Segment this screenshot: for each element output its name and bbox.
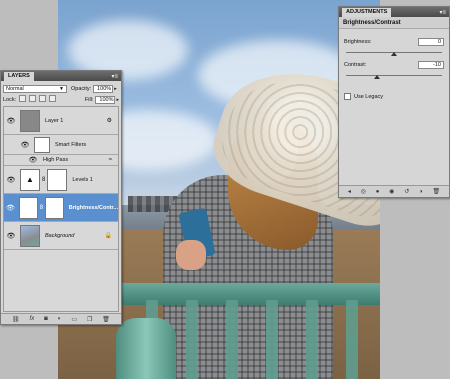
fill-slider-toggle-icon[interactable]: ▸ [116,97,119,103]
opacity-label: Opacity: [71,85,92,92]
fill-field[interactable]: 100% [95,95,116,104]
lock-label: Lock: [3,96,17,103]
eye-icon[interactable]: 👁 [18,141,32,149]
layers-panel-header: LAYERS ▾≡ [1,71,121,81]
layer-mask-thumbnail [47,168,68,191]
eye-icon[interactable]: 👁 [4,232,18,240]
panel-menu-icon[interactable]: ▾≡ [111,73,118,80]
use-legacy-checkbox[interactable] [344,93,351,100]
layer-row-levels-1[interactable]: 👁 ▲ 8 Levels 1 [4,166,118,194]
visibility-icon[interactable]: ● [376,189,380,195]
layer-name: High Pass [43,157,69,163]
layer-row-high-pass[interactable]: 👁 High Pass ≈ [4,155,118,166]
clip-icon[interactable]: ◎ [361,188,366,195]
back-icon[interactable]: ◂ [348,188,351,195]
eye-icon[interactable]: 👁 [28,156,38,164]
layers-tab[interactable]: LAYERS [4,72,34,81]
fx-icon[interactable]: fx [30,316,35,322]
contrast-control: Contrast: -10 [344,61,444,79]
brightness-control: Brightness: 0 [344,38,444,56]
panel-menu-icon[interactable]: ▾≡ [439,9,446,16]
adjustment-body: Brightness: 0 Contrast: -10 Use Legacy [339,29,449,104]
lock-transparency-icon[interactable] [19,95,27,102]
layers-panel-footer: ⛓ fx ◙ ◐ ▭ ❐ 🗑 [1,313,121,324]
contrast-label: Contrast: [344,62,367,68]
layer-thumbnail [20,224,40,247]
layer-name: Layer 1 [45,117,64,124]
adjustment-title: Brightness/Contrast [339,17,449,29]
link-icon[interactable]: ⛓ [12,316,20,323]
blend-mode-select[interactable]: Normal ▼ [3,84,67,93]
fill-label: Fill: [84,96,94,103]
filter-options-icon[interactable]: ≈ [109,157,112,163]
reset-icon[interactable]: ↺ [404,188,409,195]
toggle-icon[interactable]: ◑ [419,189,423,195]
lock-icon: 🔒 [104,233,112,239]
layer-row-layer-1[interactable]: 👁 Layer 1 ⚙ [4,107,118,135]
layer-name: Levels 1 [72,176,93,183]
group-icon[interactable]: ▭ [71,316,77,323]
trash-icon[interactable]: 🗑 [102,316,110,323]
filter-mask-thumbnail [34,136,50,153]
brightness-field[interactable]: 0 [418,38,444,46]
levels-adjustment-icon: ▲ [20,168,40,191]
layer-row-background[interactable]: 👁 Background 🔒 [4,222,118,250]
lock-pixels-icon[interactable] [29,95,37,102]
layer-row-smart-filters[interactable]: 👁 Smart Filters [4,135,118,155]
railing-post [116,318,176,379]
layer-thumbnail [20,109,40,132]
smart-object-icon: ⚙ [106,118,112,124]
slider-knob[interactable] [374,75,381,79]
opacity-slider-toggle-icon[interactable]: ▸ [114,86,117,92]
layer-mask-thumbnail [45,196,64,219]
lock-icons [16,95,57,104]
use-legacy-option[interactable]: Use Legacy [344,93,444,100]
layer-name: Smart Filters [55,141,87,148]
hand [176,240,206,270]
slider-knob[interactable] [391,52,397,56]
adjustments-panel-footer: ◂ ◎ ● ◉ ↺ ◑ 🗑 [339,185,449,197]
eye-icon[interactable]: 👁 [4,117,18,125]
adjustments-panel-header: ADJUSTMENTS ▾≡ [339,7,449,17]
link-icon: 8 [39,204,44,211]
opacity-field[interactable]: 100% [93,84,114,93]
slider-track [346,75,442,76]
brightness-contrast-adjustment-icon: ☀ [19,196,38,219]
adjustments-panel: ADJUSTMENTS ▾≡ Brightness/Contrast Brigh… [338,6,450,198]
eye-icon[interactable]: 👁 [4,176,18,184]
trash-icon[interactable]: 🗑 [432,188,440,195]
layer-row-brightness-contrast[interactable]: 👁 ☀ 8 Brightness/Contr... [4,194,118,222]
previous-state-icon[interactable]: ◉ [389,188,394,195]
link-icon: 8 [42,176,46,183]
layers-list: 👁 Layer 1 ⚙ 👁 Smart Filters 👁 High Pass … [3,106,119,312]
brightness-slider[interactable] [344,50,444,56]
layer-name: Brightness/Contr... [68,204,118,211]
mask-icon[interactable]: ◙ [44,316,48,322]
use-legacy-label: Use Legacy [354,93,384,100]
contrast-field[interactable]: -10 [418,61,444,69]
new-layer-icon[interactable]: ❐ [87,316,92,323]
layers-panel: LAYERS ▾≡ Normal ▼ Opacity: 100% ▸ Lock:… [0,70,122,325]
brightness-label: Brightness: [344,39,372,45]
chevron-down-icon: ▼ [59,85,64,92]
contrast-slider[interactable] [344,73,444,79]
lock-all-icon[interactable] [49,95,57,102]
lock-position-icon[interactable] [39,95,47,102]
adjustment-icon[interactable]: ◐ [58,316,62,322]
blend-mode-value: Normal [6,85,24,92]
layer-name: Background [45,232,75,239]
lock-row: Lock: Fill: 100% ▸ [1,94,121,105]
blend-row: Normal ▼ Opacity: 100% ▸ [1,83,121,94]
adjustments-tab[interactable]: ADJUSTMENTS [342,8,392,17]
eye-icon[interactable]: 👁 [4,204,17,212]
